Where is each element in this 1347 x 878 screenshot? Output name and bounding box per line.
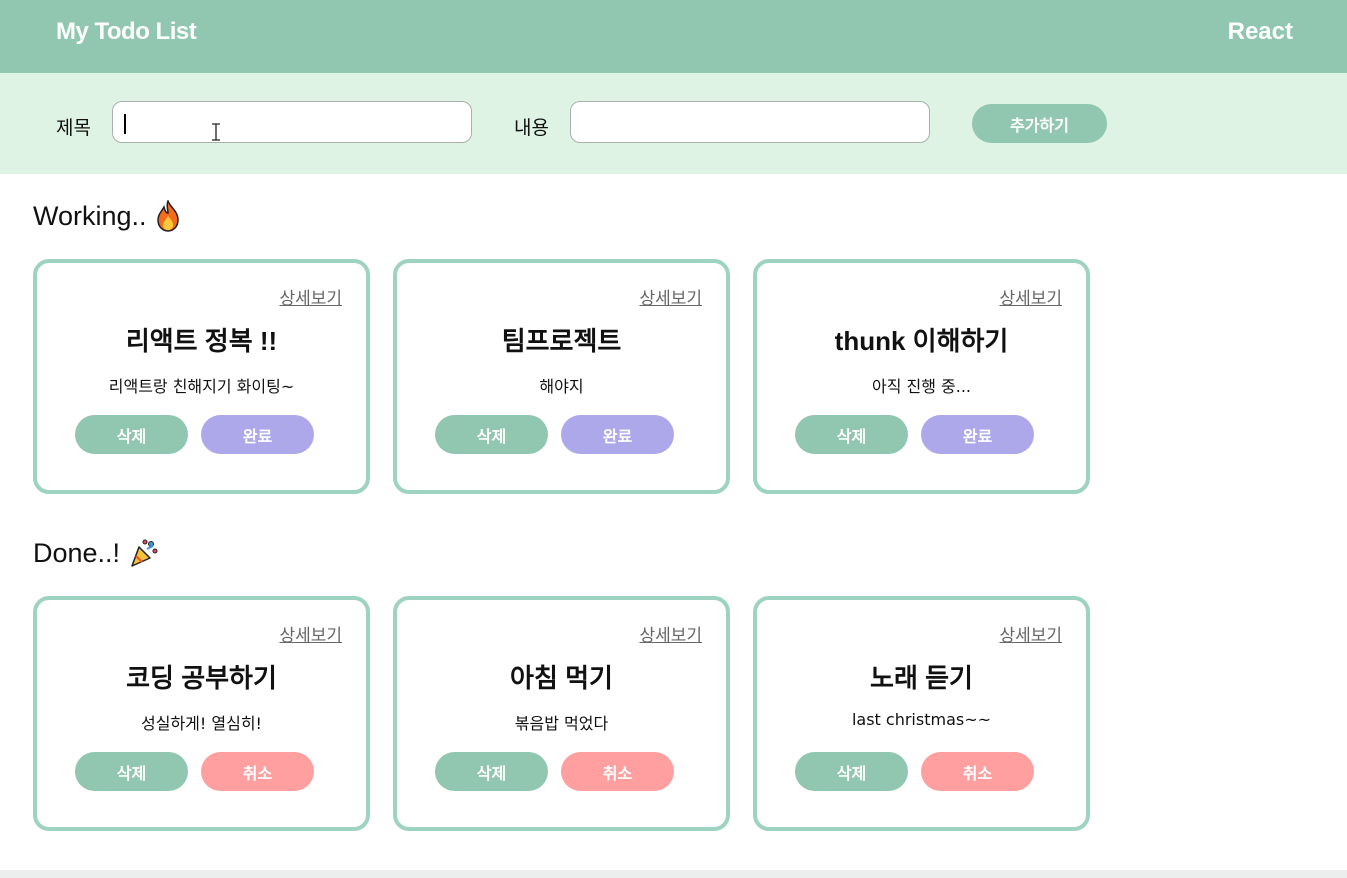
delete-button[interactable]: 삭제 xyxy=(75,752,188,791)
detail-link[interactable]: 상세보기 xyxy=(279,284,342,309)
party-popper-icon xyxy=(131,539,158,567)
add-todo-form: 제목 내용 추가하기 xyxy=(0,73,1347,174)
detail-link[interactable]: 상세보기 xyxy=(999,621,1062,646)
card-body: 리액트랑 친해지기 화이팅~ xyxy=(108,377,295,396)
title-label: 제목 xyxy=(56,117,91,139)
card-title: 리액트 정복 !! xyxy=(125,326,278,356)
app-header: My Todo List React xyxy=(0,0,1347,73)
card-title: 팀프로젝트 xyxy=(501,326,622,356)
card-title: 노래 듣기 xyxy=(870,663,973,693)
fire-icon xyxy=(156,200,179,232)
card-body: 해야지 xyxy=(539,377,584,396)
card-title: 아침 먹기 xyxy=(510,663,613,693)
cancel-button[interactable]: 취소 xyxy=(561,752,674,791)
complete-button[interactable]: 완료 xyxy=(201,415,314,454)
detail-link[interactable]: 상세보기 xyxy=(279,621,342,646)
complete-button[interactable]: 완료 xyxy=(561,415,674,454)
delete-button[interactable]: 삭제 xyxy=(795,752,908,791)
delete-button[interactable]: 삭제 xyxy=(435,752,548,791)
working-card: 상세보기 리액트 정복 !! 리액트랑 친해지기 화이팅~ 삭제 완료 xyxy=(33,259,370,494)
working-card: 상세보기 thunk 이해하기 아직 진행 중... 삭제 완료 xyxy=(753,259,1090,494)
done-section-title: Done..! xyxy=(33,537,160,569)
content-label: 내용 xyxy=(514,117,549,139)
content-input[interactable] xyxy=(570,101,930,143)
title-input[interactable] xyxy=(112,101,472,143)
card-body: last christmas~~ xyxy=(851,710,992,729)
done-card: 상세보기 코딩 공부하기 성실하게! 열심히! 삭제 취소 xyxy=(33,596,370,831)
working-section-title: Working.. xyxy=(33,200,181,232)
add-button[interactable]: 추가하기 xyxy=(972,104,1107,143)
card-title: thunk 이해하기 xyxy=(834,326,1009,356)
card-body: 볶음밥 먹었다 xyxy=(514,714,609,733)
detail-link[interactable]: 상세보기 xyxy=(999,284,1062,309)
text-caret xyxy=(124,114,126,134)
cancel-button[interactable]: 취소 xyxy=(921,752,1034,791)
card-body: 성실하게! 열심히! xyxy=(141,714,262,733)
done-title-text: Done..! xyxy=(33,537,121,568)
detail-link[interactable]: 상세보기 xyxy=(639,621,702,646)
app-title: My Todo List xyxy=(56,18,197,45)
card-title: 코딩 공부하기 xyxy=(126,663,277,693)
done-card: 상세보기 아침 먹기 볶음밥 먹었다 삭제 취소 xyxy=(393,596,730,831)
card-body: 아직 진행 중... xyxy=(871,377,972,396)
delete-button[interactable]: 삭제 xyxy=(75,415,188,454)
delete-button[interactable]: 삭제 xyxy=(795,415,908,454)
working-card: 상세보기 팀프로젝트 해야지 삭제 완료 xyxy=(393,259,730,494)
done-card: 상세보기 노래 듣기 last christmas~~ 삭제 취소 xyxy=(753,596,1090,831)
header-react-label: React xyxy=(1227,18,1293,45)
detail-link[interactable]: 상세보기 xyxy=(639,284,702,309)
delete-button[interactable]: 삭제 xyxy=(435,415,548,454)
page-bottom-strip xyxy=(0,870,1347,878)
cancel-button[interactable]: 취소 xyxy=(201,752,314,791)
complete-button[interactable]: 완료 xyxy=(921,415,1034,454)
working-title-text: Working.. xyxy=(33,200,147,231)
text-cursor-icon xyxy=(212,123,220,141)
